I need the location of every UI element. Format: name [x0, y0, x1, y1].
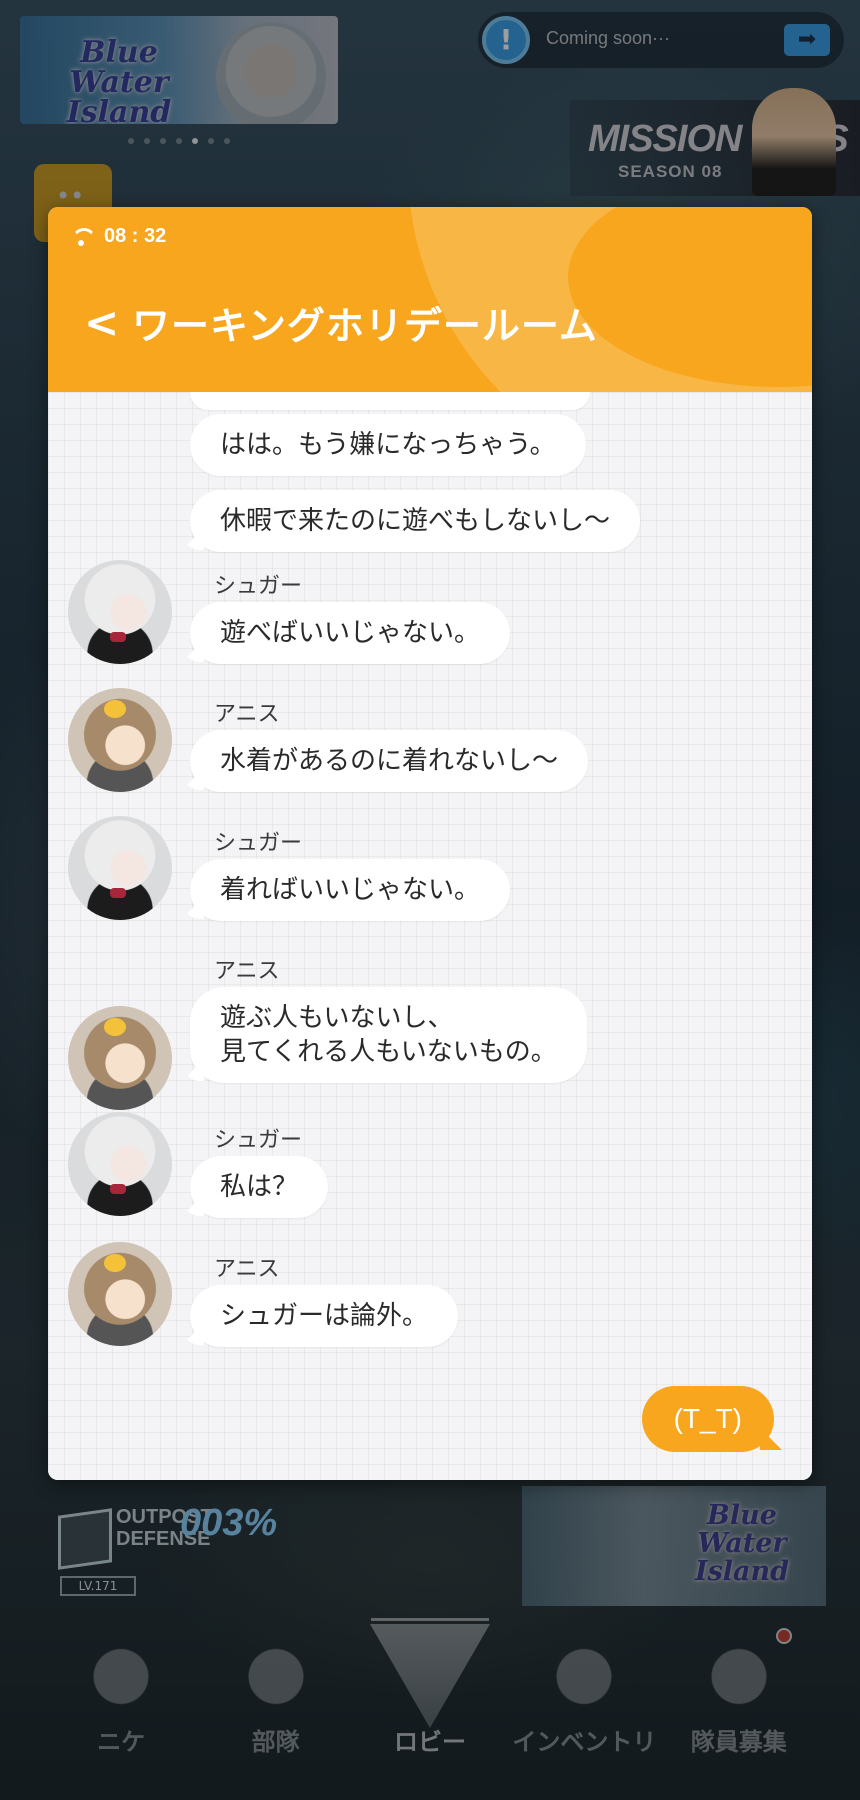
- reply-bubble: (T_T): [641, 1386, 774, 1452]
- speaker-name: シュガー: [214, 574, 303, 599]
- avatar-sugar[interactable]: [68, 816, 172, 920]
- chat-title-row: < ワーキングホリデールーム: [84, 295, 598, 350]
- message-bubble-partial: [190, 392, 590, 410]
- speaker-name: アニス: [214, 1257, 280, 1282]
- message-bubble: 遊ぶ人もいないし、 見てくれる人もいないもの。: [190, 987, 587, 1083]
- speaker-name: アニス: [214, 959, 280, 984]
- avatar-sugar[interactable]: [68, 1112, 172, 1216]
- message-line: 遊ぶ人もいないし、: [220, 1003, 454, 1033]
- status-bar: 08 : 32: [72, 225, 166, 248]
- message-bubble: 休暇で来たのに遊べもしないし～: [190, 490, 641, 552]
- speaker-name: アニス: [214, 702, 280, 727]
- wifi-icon: [72, 227, 96, 246]
- speaker-name: シュガー: [214, 831, 303, 856]
- back-button[interactable]: <: [84, 301, 119, 343]
- avatar-anis[interactable]: [68, 1006, 172, 1110]
- message-bubble: はは。もう嫌になっちゃう。: [190, 414, 586, 476]
- message-bubble: 私は？: [190, 1156, 329, 1218]
- message-bubble: 着ればいいじゃない。: [190, 859, 511, 921]
- message-bubble: シュガーは論外。: [190, 1285, 459, 1347]
- avatar-anis[interactable]: [68, 1242, 172, 1346]
- chat-messages[interactable]: はは。もう嫌になっちゃう。 休暇で来たのに遊べもしないし～ シュガー 遊べばいい…: [48, 392, 812, 1480]
- speaker-name: シュガー: [214, 1128, 303, 1153]
- chat-window: 08 : 32 < ワーキングホリデールーム はは。もう嫌になっちゃう。 休暇で…: [48, 207, 812, 1480]
- message-bubble: 水着があるのに着れないし～: [190, 730, 589, 792]
- avatar-anis[interactable]: [68, 688, 172, 792]
- status-time: 08 : 32: [104, 225, 167, 247]
- room-title: ワーキングホリデールーム: [132, 304, 598, 348]
- message-bubble: 遊べばいいじゃない。: [190, 602, 511, 664]
- message-line: 見てくれる人もいないもの。: [220, 1037, 557, 1067]
- chat-header: 08 : 32 < ワーキングホリデールーム: [48, 207, 812, 392]
- avatar-sugar[interactable]: [68, 560, 172, 664]
